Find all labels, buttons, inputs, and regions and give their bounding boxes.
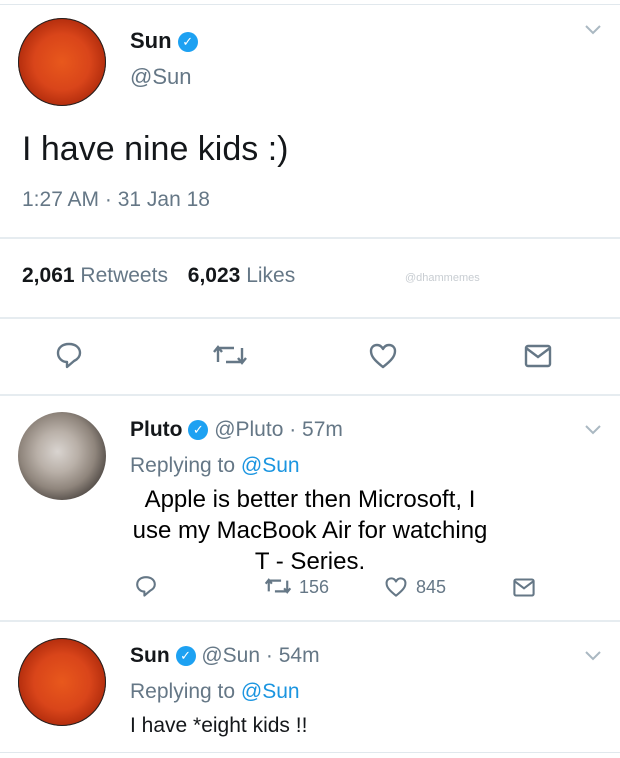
reply2-handle[interactable]: @Sun [201, 644, 260, 667]
sun-avatar[interactable] [18, 18, 106, 106]
reply2-time[interactable]: · 54m [266, 644, 320, 667]
stats-row: 2,061 Retweets 6,023 Likes [22, 264, 295, 288]
retweets-label: Retweets [80, 264, 168, 287]
reply1-like-count: 845 [416, 577, 447, 597]
mail-icon[interactable] [523, 343, 553, 369]
reply1-retweet-count: 156 [299, 577, 330, 597]
reply1-header: Pluto ✓ @Pluto · 57m [130, 418, 343, 442]
reply2-text: I have *eight kids !! [130, 714, 308, 737]
reply2-bottom-divider [0, 752, 620, 753]
reply2-replying-label: Replying to [130, 680, 236, 703]
stats-top-divider [0, 237, 620, 239]
reply1-handle[interactable]: @Pluto [214, 418, 283, 441]
reply1-replying-to: Replying to @Sun [130, 454, 300, 478]
chevron-down-icon[interactable] [584, 24, 602, 36]
main-tweet-text: I have nine kids :) [22, 130, 289, 168]
verified-icon: ✓ [175, 646, 196, 667]
reply1-bottom-divider [0, 620, 620, 622]
chevron-down-icon[interactable] [584, 650, 602, 662]
watermark-text: @dhammemes [405, 272, 480, 284]
likes-stat[interactable]: 6,023 Likes [188, 264, 295, 287]
verified-icon: ✓ [188, 420, 209, 441]
reply2-replying-handle[interactable]: @Sun [241, 680, 300, 703]
likes-count: 6,023 [187, 264, 241, 287]
reply1-text-line1: Apple is better then Microsoft, I [144, 486, 476, 513]
reply1-text: Apple is better then Microsoft, I use my… [90, 484, 530, 577]
reply2-replying-to: Replying to @Sun [130, 680, 300, 704]
top-divider [0, 4, 620, 5]
reply1-text-line3: T - Series. [254, 548, 366, 575]
reply2-header: Sun ✓ @Sun · 54m [130, 644, 320, 668]
reply-icon[interactable] [134, 574, 158, 598]
main-author-handle[interactable]: @Sun [130, 64, 191, 90]
main-author-name[interactable]: Sun [130, 28, 172, 53]
mail-icon[interactable] [512, 577, 536, 598]
reply2-author-name[interactable]: Sun [130, 644, 170, 667]
retweets-count: 2,061 [22, 264, 75, 287]
main-author-row: Sun ✓ [130, 28, 198, 54]
main-tweet-timestamp[interactable]: 1:27 AM · 31 Jan 18 [22, 188, 210, 212]
reply1-time[interactable]: · 57m [289, 418, 343, 441]
retweets-stat[interactable]: 2,061 Retweets [22, 264, 174, 287]
verified-icon: ✓ [177, 32, 198, 53]
reply1-author-name[interactable]: Pluto [130, 418, 183, 441]
heart-icon[interactable] [384, 576, 408, 598]
likes-label: Likes [246, 264, 296, 287]
retweet-icon[interactable] [212, 342, 248, 368]
heart-icon[interactable] [368, 342, 398, 370]
chevron-down-icon[interactable] [584, 424, 602, 436]
sun-avatar[interactable] [18, 638, 106, 726]
retweet-icon[interactable] [264, 576, 292, 596]
reply-icon[interactable] [54, 340, 84, 370]
reply1-text-line2: use my MacBook Air for watching [132, 517, 488, 544]
reply1-replying-label: Replying to [130, 454, 236, 477]
stats-bottom-divider [0, 317, 620, 319]
main-tweet-bottom-divider [0, 394, 620, 396]
reply1-replying-handle[interactable]: @Sun [241, 454, 300, 477]
